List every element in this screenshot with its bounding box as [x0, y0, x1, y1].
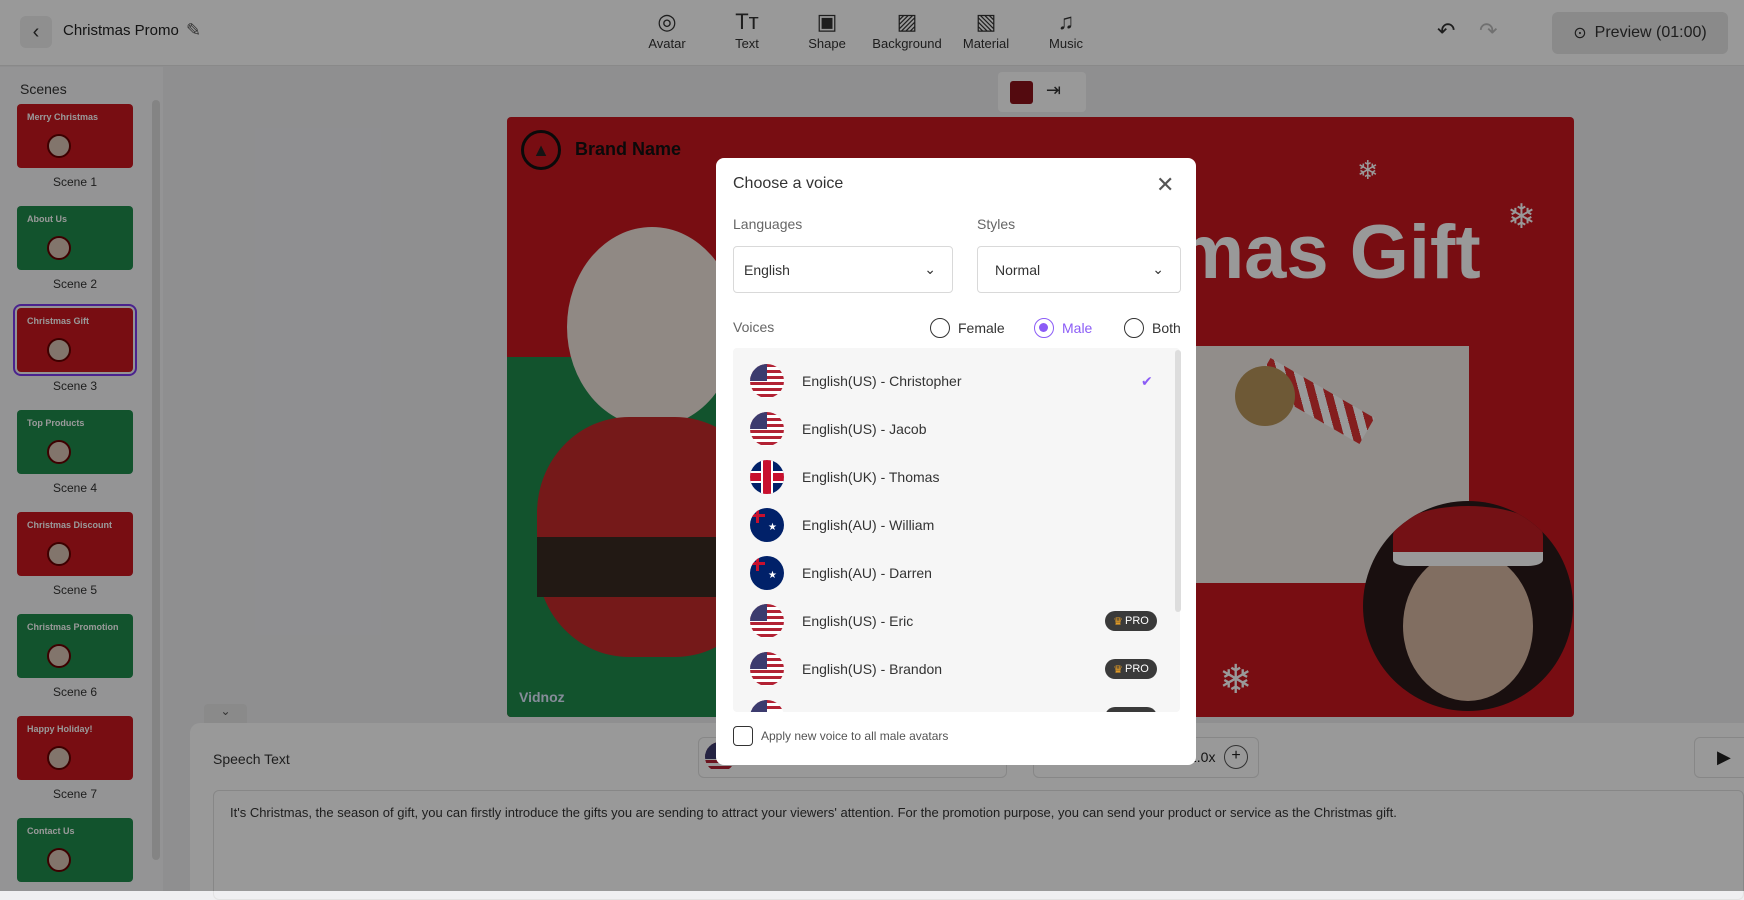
crown-icon: ♛ [1113, 615, 1124, 628]
voice-list-scrollbar[interactable] [1175, 350, 1181, 612]
apply-all-label: Apply new voice to all male avatars [761, 729, 949, 743]
apply-all-checkbox[interactable] [733, 726, 753, 746]
style-select[interactable]: Normal ⌄ [977, 246, 1181, 293]
voice-item[interactable]: English(AU) - William [733, 501, 1173, 549]
modal-title: Choose a voice [733, 175, 844, 192]
voice-name: English(AU) - William [802, 517, 935, 533]
close-icon[interactable]: ✕ [1156, 172, 1174, 198]
us-flag-icon [750, 700, 784, 712]
voice-item[interactable]: English(US) - Jacob [733, 405, 1173, 453]
crown-icon: ♛ [1113, 663, 1124, 676]
voice-item[interactable]: English(AU) - Darren [733, 549, 1173, 597]
radio-both[interactable]: Both [1124, 318, 1181, 338]
style-value: Normal [995, 261, 1041, 278]
radio-male[interactable]: Male [1034, 318, 1092, 338]
uk-flag-icon [750, 460, 784, 494]
voice-item[interactable]: ♛PRO [733, 693, 1173, 712]
au-flag-icon [750, 508, 784, 542]
voice-item[interactable]: English(US) - Christopher ✔ [733, 357, 1173, 405]
chevron-down-icon: ⌄ [1152, 261, 1164, 277]
us-flag-icon [750, 604, 784, 638]
choose-voice-modal: Choose a voice ✕ Languages Styles Englis… [716, 158, 1196, 765]
voice-name: English(AU) - Darren [802, 565, 932, 581]
voice-item[interactable]: English(UK) - Thomas [733, 453, 1173, 501]
voices-label: Voices [733, 319, 775, 335]
au-flag-icon [750, 556, 784, 590]
us-flag-icon [750, 412, 784, 446]
language-value: English [744, 261, 790, 278]
voice-list: English(US) - Christopher ✔ English(US) - … [733, 348, 1180, 712]
check-icon: ✔ [1141, 372, 1153, 389]
voice-name: English(US) - Christopher [802, 373, 962, 389]
voice-name: English(US) - Jacob [802, 421, 927, 437]
voice-item[interactable]: English(US) - Brandon ♛ PRO [733, 645, 1173, 693]
us-flag-icon [750, 652, 784, 686]
voice-name: English(US) - Eric [802, 613, 914, 629]
pro-badge: ♛PRO [1105, 707, 1157, 712]
language-select[interactable]: English ⌄ [733, 246, 953, 293]
styles-label: Styles [977, 216, 1016, 232]
pro-badge: ♛PRO [1105, 659, 1157, 679]
voice-name: English(UK) - Thomas [802, 469, 940, 485]
crown-icon: ♛ [1113, 711, 1123, 713]
voice-name: English(US) - Brandon [802, 661, 943, 677]
languages-label: Languages [733, 216, 803, 232]
radio-female[interactable]: Female [930, 318, 1005, 338]
voice-item[interactable]: English(US) - Eric ♛ PRO [733, 597, 1173, 645]
us-flag-icon [750, 364, 784, 398]
chevron-down-icon: ⌄ [924, 261, 936, 277]
pro-badge: ♛PRO [1105, 611, 1157, 631]
